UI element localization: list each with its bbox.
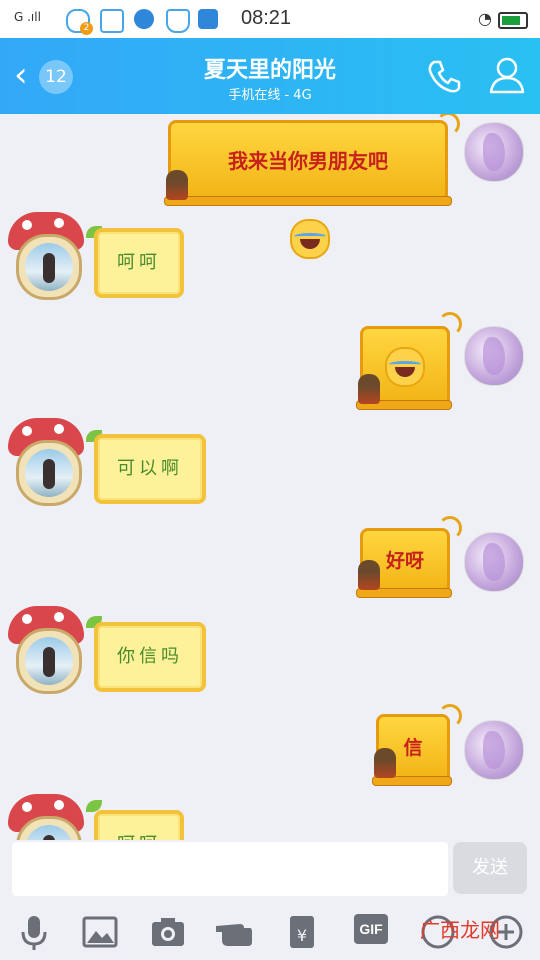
message-incoming[interactable]: 你信吗 <box>0 604 300 704</box>
my-avatar[interactable] <box>464 532 524 592</box>
bubble-hook-decoration <box>438 704 462 728</box>
gallery-icon <box>100 9 124 33</box>
profile-icon[interactable] <box>486 54 528 96</box>
bubble-scroll-decoration <box>164 196 452 206</box>
contact-avatar[interactable] <box>6 606 86 696</box>
red-packet-icon[interactable]: ¥ <box>282 912 322 952</box>
message-incoming[interactable]: 呵呵 <box>0 210 300 310</box>
status-bar: G .ıll 2 08:21 ◔ <box>0 0 540 38</box>
message-incoming[interactable]: 呵呵 <box>0 792 300 840</box>
clock: 08:21 <box>241 7 292 29</box>
signal-indicator: G .ıll <box>14 10 41 24</box>
input-toolbar: ¥ GIF 广西龙网 <box>0 904 540 960</box>
message-bubble[interactable]: 你信吗 <box>94 622 206 692</box>
notification-count: 2 <box>80 22 93 35</box>
message-text: 我来当你男朋友吧 <box>228 149 388 173</box>
browser-icon <box>134 9 154 29</box>
wifi-icon: ◔ <box>478 9 492 28</box>
bubble-hook-decoration <box>438 516 462 540</box>
mini-character-decoration <box>374 748 396 778</box>
contact-avatar[interactable] <box>6 794 86 840</box>
message-text: 你信吗 <box>117 646 183 667</box>
message-list[interactable]: 我来当你男朋友吧 呵呵 可以啊 好呀 你信吗 信 <box>0 114 540 840</box>
send-button[interactable]: 发送 <box>453 842 527 894</box>
my-avatar[interactable] <box>464 122 524 182</box>
input-bar: 发送 <box>0 840 540 904</box>
message-bubble[interactable]: 呵呵 <box>94 810 184 840</box>
gif-icon[interactable]: GIF <box>354 914 388 944</box>
message-outgoing[interactable] <box>350 310 540 420</box>
message-text: 可以啊 <box>117 458 183 479</box>
bubble-hook-decoration <box>436 114 460 136</box>
watermark: 广西龙网 <box>420 918 500 942</box>
camera-icon[interactable] <box>148 912 188 952</box>
message-outgoing[interactable]: 我来当你男朋友吧 <box>160 114 540 259</box>
mini-character-decoration <box>166 170 188 200</box>
app-icon <box>198 9 218 29</box>
message-text: 呵呵 <box>98 814 180 840</box>
shield-icon <box>166 9 190 33</box>
phone-icon[interactable] <box>424 56 464 96</box>
my-avatar[interactable] <box>464 326 524 386</box>
bubble-hook-decoration <box>438 312 462 336</box>
svg-text:¥: ¥ <box>297 926 307 945</box>
mini-character-decoration <box>358 374 380 404</box>
laughing-emoji-icon <box>385 346 425 387</box>
message-bubble[interactable]: 呵呵 <box>94 228 184 298</box>
message-bubble[interactable]: 我来当你男朋友吧 <box>168 120 448 259</box>
mini-character-decoration <box>358 560 380 590</box>
battery-icon <box>498 12 528 29</box>
message-bubble[interactable]: 可以啊 <box>94 434 206 504</box>
message-input[interactable] <box>12 842 448 896</box>
contact-avatar[interactable] <box>6 418 86 508</box>
chat-header: ‹ 12 夏天里的阳光 手机在线 - 4G <box>0 38 540 114</box>
my-avatar[interactable] <box>464 720 524 780</box>
message-text: 呵呵 <box>117 252 161 273</box>
image-icon[interactable] <box>80 912 120 952</box>
message-outgoing[interactable]: 信 <box>366 704 540 794</box>
message-outgoing[interactable]: 好呀 <box>350 516 540 606</box>
contact-avatar[interactable] <box>6 212 86 302</box>
hand-icon[interactable] <box>214 912 254 952</box>
mic-icon[interactable] <box>14 912 54 952</box>
message-incoming[interactable]: 可以啊 <box>0 416 300 516</box>
